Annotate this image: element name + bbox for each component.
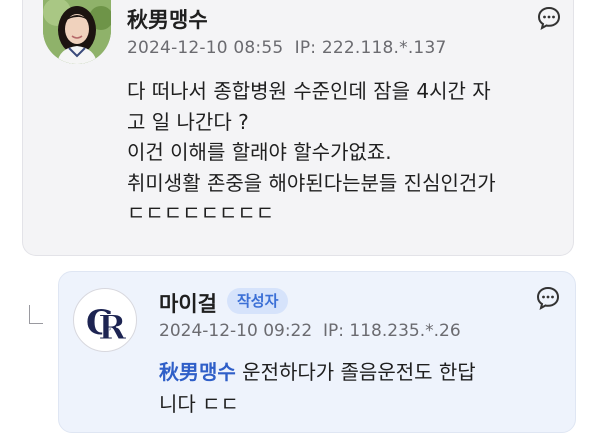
- reply-date: 2024-12-10 09:22: [159, 321, 313, 341]
- reply-card: C R 마이걸 작성자 2024-12-10 09:22 IP: 118.235…: [58, 271, 576, 433]
- reply-meta: 2024-12-10 09:22 IP: 118.235.*.26: [159, 321, 461, 341]
- author-badge: 작성자: [227, 288, 289, 314]
- comment-card: 秋男맹수 2024-12-10 08:55 IP: 222.118.*.137 …: [22, 0, 574, 256]
- comment-ip: IP: 222.118.*.137: [294, 38, 447, 58]
- reply-ip: IP: 118.235.*.26: [323, 321, 461, 341]
- comment-line: 취미생활 존중을 해야된다는분들 진심인건가: [127, 170, 496, 195]
- team-logo-icon: C R: [86, 303, 128, 349]
- comment-reply-icon[interactable]: [536, 5, 562, 31]
- comment-author[interactable]: 秋男맹수: [127, 4, 208, 34]
- reply-text: 운전하다가 졸음운전도 한답: [235, 360, 476, 384]
- comment-meta: 2024-12-10 08:55 IP: 222.118.*.137: [127, 38, 446, 58]
- reply-line: 秋男맹수 운전하다가 졸음운전도 한답: [159, 356, 559, 388]
- reply-author[interactable]: 마이걸: [159, 288, 217, 318]
- comment-line: 고 일 나간다 ?: [127, 109, 249, 134]
- svg-text:R: R: [98, 308, 127, 348]
- comment-line: 다 떠나서 종합병원 수준인데 잠을 4시간 자: [127, 79, 491, 103]
- avatar[interactable]: [43, 0, 111, 64]
- comment-reply-icon[interactable]: [535, 285, 561, 311]
- comment-date: 2024-12-10 08:55: [127, 38, 284, 58]
- comment-line: 이건 이해를 할래야 할수가없죠.: [127, 140, 392, 164]
- comment-line: ㄷㄷㄷㄷㄷㄷㄷㄷ: [127, 201, 275, 225]
- avatar[interactable]: C R: [73, 288, 137, 352]
- mention-link[interactable]: 秋男맹수: [159, 360, 236, 384]
- reply-thread-connector: [29, 305, 43, 324]
- comment-body: 다 떠나서 종합병원 수준인데 잠을 4시간 자 고 일 나간다 ? 이건 이해…: [127, 76, 567, 229]
- profile-photo: [43, 0, 111, 64]
- reply-line: 니다 ㄷㄷ: [159, 392, 239, 416]
- reply-body: 秋男맹수 운전하다가 졸음운전도 한답 니다 ㄷㄷ: [159, 356, 559, 420]
